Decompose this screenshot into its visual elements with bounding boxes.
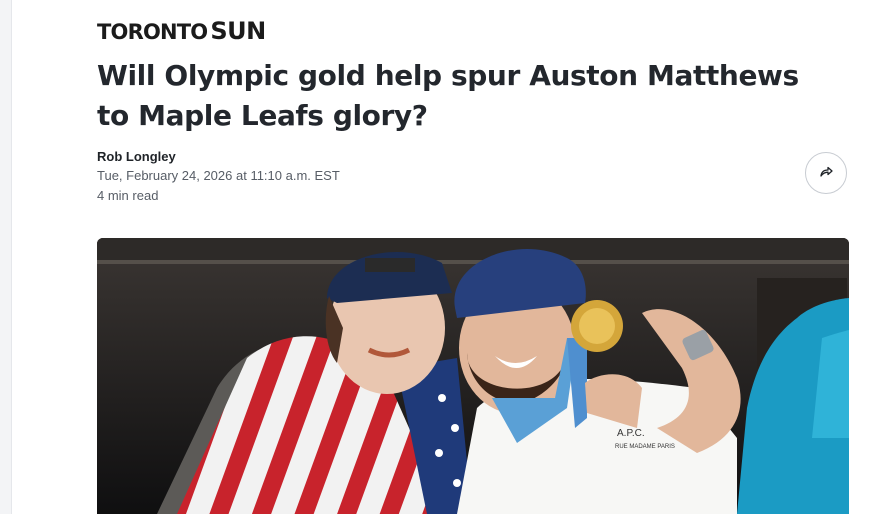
publisher-logo[interactable]: TORONTO SUN xyxy=(97,18,266,44)
shirt-logo-subtext: RUE MADAME PARIS xyxy=(615,444,675,450)
read-time: 4 min read xyxy=(97,188,159,203)
share-arrow-icon xyxy=(819,164,833,183)
publisher-name-sun: SUN xyxy=(210,17,266,45)
share-button[interactable] xyxy=(805,152,847,194)
author-name[interactable]: Rob Longley xyxy=(97,149,176,165)
shirt-logo-text: A.P.C. xyxy=(617,428,645,439)
left-gutter xyxy=(0,0,12,514)
article-headline: Will Olympic gold help spur Auston Matth… xyxy=(97,59,799,132)
publish-date: Tue, February 24, 2026 at 11:10 a.m. EST xyxy=(97,168,340,183)
hero-image: A.P.C. RUE MADAME PARIS xyxy=(97,238,849,514)
publisher-name-toronto: TORONTO xyxy=(97,20,208,44)
